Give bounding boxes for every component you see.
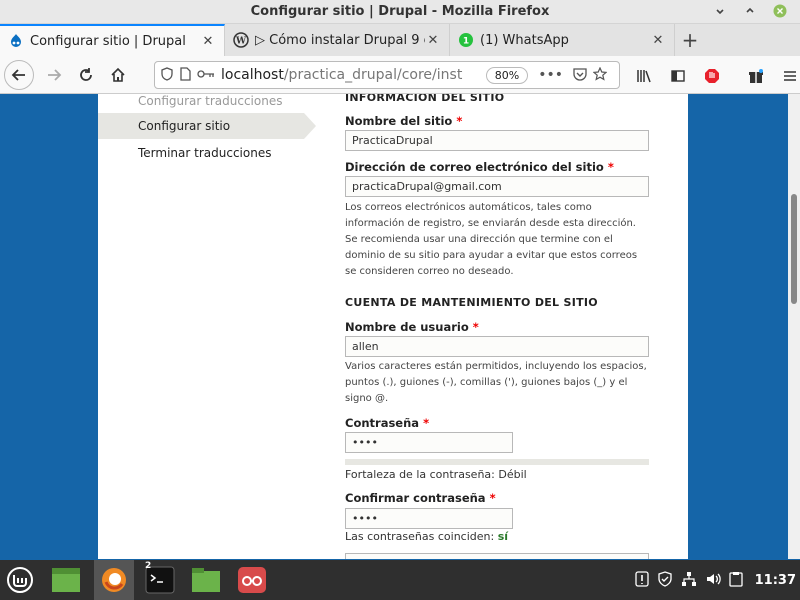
required-mark: * <box>423 416 430 430</box>
library-icon[interactable] <box>630 62 658 90</box>
mint-menu-icon[interactable] <box>0 560 40 600</box>
close-icon[interactable]: ✕ <box>425 33 441 48</box>
password-strength-text: Fortaleza de la contraseña: Débil <box>345 468 527 481</box>
password-strength-bar <box>345 459 649 465</box>
password-input[interactable]: •••• <box>345 432 513 453</box>
files-icon[interactable] <box>186 560 226 600</box>
close-window-button[interactable] <box>772 4 788 20</box>
maximize-button[interactable] <box>742 4 758 20</box>
username-label-text: Nombre de usuario <box>345 320 469 334</box>
email-label: Dirección de correo electrónico del siti… <box>345 160 614 174</box>
match-prefix: Las contraseñas coinciden: <box>345 530 498 543</box>
reader-app-icon[interactable] <box>232 560 272 600</box>
volume-icon[interactable] <box>705 571 721 590</box>
strength-prefix: Fortaleza de la contraseña: <box>345 468 499 481</box>
section-heading-site-info: INFORMACIÓN DEL SITIO <box>345 94 505 104</box>
password-match-text: Las contraseñas coinciden: sí <box>345 530 508 543</box>
step-configurar-traducciones: Configurar traducciones <box>138 94 283 108</box>
bookmark-star-icon[interactable] <box>592 66 608 84</box>
wordpress-icon: W <box>233 32 249 48</box>
next-field-partial[interactable] <box>345 553 649 559</box>
url-host: localhost <box>221 67 284 83</box>
step-terminar-traducciones: Terminar traducciones <box>138 146 272 160</box>
required-mark: * <box>456 114 463 128</box>
system-tray: 11:37 <box>634 560 796 600</box>
terminal-icon[interactable]: 2 <box>140 560 180 600</box>
required-mark: * <box>472 320 479 334</box>
show-desktop-icon[interactable] <box>46 560 86 600</box>
key-icon[interactable] <box>197 68 215 82</box>
terminal-badge: 2 <box>145 561 152 571</box>
close-icon[interactable]: ✕ <box>200 34 216 49</box>
window-title: Configurar sitio | Drupal - Mozilla Fire… <box>250 4 550 19</box>
tab-como-instalar[interactable]: W ▷ Cómo instalar Drupal 9 e ✕ <box>225 24 450 56</box>
window-titlebar: Configurar sitio | Drupal - Mozilla Fire… <box>0 0 800 24</box>
sidebar-toggle-icon[interactable] <box>664 62 692 90</box>
confirm-label-text: Confirmar contraseña <box>345 491 486 505</box>
email-label-text: Dirección de correo electrónico del siti… <box>345 160 604 174</box>
username-label: Nombre de usuario * <box>345 320 479 334</box>
required-mark: * <box>607 160 614 174</box>
tab-label: ▷ Cómo instalar Drupal 9 e <box>255 32 425 48</box>
url-path: /practica_drupal/core/inst <box>283 67 463 83</box>
tab-strip: Configurar sitio | Drupal ✕ W ▷ Cómo ins… <box>0 24 800 56</box>
taskbar: 2 11:37 <box>0 560 800 600</box>
install-steps-sidebar: Configurar traducciones Configurar sitio… <box>98 94 318 559</box>
username-description: Varios caracteres están permitidos, incl… <box>345 361 647 404</box>
password-label-text: Contraseña <box>345 416 420 430</box>
email-input[interactable]: practicaDrupal@gmail.com <box>345 176 649 197</box>
update-shield-icon[interactable] <box>657 570 673 590</box>
page-scrollbar[interactable] <box>788 94 800 559</box>
section-heading-maintenance: CUENTA DE MANTENIMIENTO DEL SITIO <box>345 296 598 309</box>
required-mark: * <box>489 491 496 505</box>
url-bar[interactable]: localhost/practica_drupal/core/inst 80% … <box>154 61 620 89</box>
confirm-password-input[interactable]: •••• <box>345 508 513 529</box>
network-icon[interactable] <box>681 571 697 590</box>
drupal-icon <box>8 33 24 49</box>
more-actions-icon[interactable]: ••• <box>538 67 563 83</box>
svg-text:1: 1 <box>463 37 469 47</box>
home-button[interactable] <box>104 61 132 89</box>
whatsapp-icon: 1 <box>458 32 474 48</box>
page-content: Configurar traducciones Configurar sitio… <box>98 94 688 559</box>
site-name-input[interactable]: PracticaDrupal <box>345 130 649 151</box>
email-description: Los correos electrónicos automáticos, ta… <box>345 202 638 277</box>
adblock-icon[interactable] <box>698 62 726 90</box>
back-button[interactable] <box>4 59 34 90</box>
site-name-label-text: Nombre del sitio <box>345 114 453 128</box>
step-configurar-sitio: Configurar sitio <box>98 113 316 139</box>
new-tab-button[interactable]: + <box>675 24 705 56</box>
zoom-level[interactable]: 80% <box>485 66 529 84</box>
url-text[interactable]: localhost/practica_drupal/core/inst <box>221 67 486 83</box>
match-value: sí <box>497 530 509 543</box>
password-label: Contraseña * <box>345 416 429 430</box>
extensions-icon[interactable] <box>742 62 770 90</box>
page-icon[interactable] <box>179 66 191 84</box>
clipboard-icon[interactable] <box>728 571 743 590</box>
tab-configurar-sitio[interactable]: Configurar sitio | Drupal ✕ <box>0 24 225 56</box>
minimize-button[interactable] <box>712 4 728 20</box>
pocket-icon[interactable] <box>573 67 587 84</box>
tab-label: Configurar sitio | Drupal <box>30 33 186 49</box>
site-name-label: Nombre del sitio * <box>345 114 462 128</box>
menu-icon[interactable] <box>776 62 800 90</box>
svg-text:W: W <box>235 37 247 47</box>
clock[interactable]: 11:37 <box>755 573 796 588</box>
username-input[interactable]: allen <box>345 336 649 357</box>
scrollbar-thumb[interactable] <box>791 194 797 304</box>
tab-label: (1) WhatsApp <box>480 32 569 48</box>
confirm-password-label: Confirmar contraseña * <box>345 491 496 505</box>
close-icon[interactable]: ✕ <box>650 33 666 48</box>
shield-icon[interactable] <box>161 66 173 84</box>
forward-button[interactable] <box>40 61 68 89</box>
firefox-taskbar-icon[interactable] <box>94 560 134 600</box>
notification-icon[interactable] <box>634 570 649 590</box>
strength-value: Débil <box>498 468 527 481</box>
navigation-bar: localhost/practica_drupal/core/inst 80% … <box>0 56 800 94</box>
reload-button[interactable] <box>72 61 100 89</box>
tab-whatsapp[interactable]: 1 (1) WhatsApp ✕ <box>450 24 675 56</box>
